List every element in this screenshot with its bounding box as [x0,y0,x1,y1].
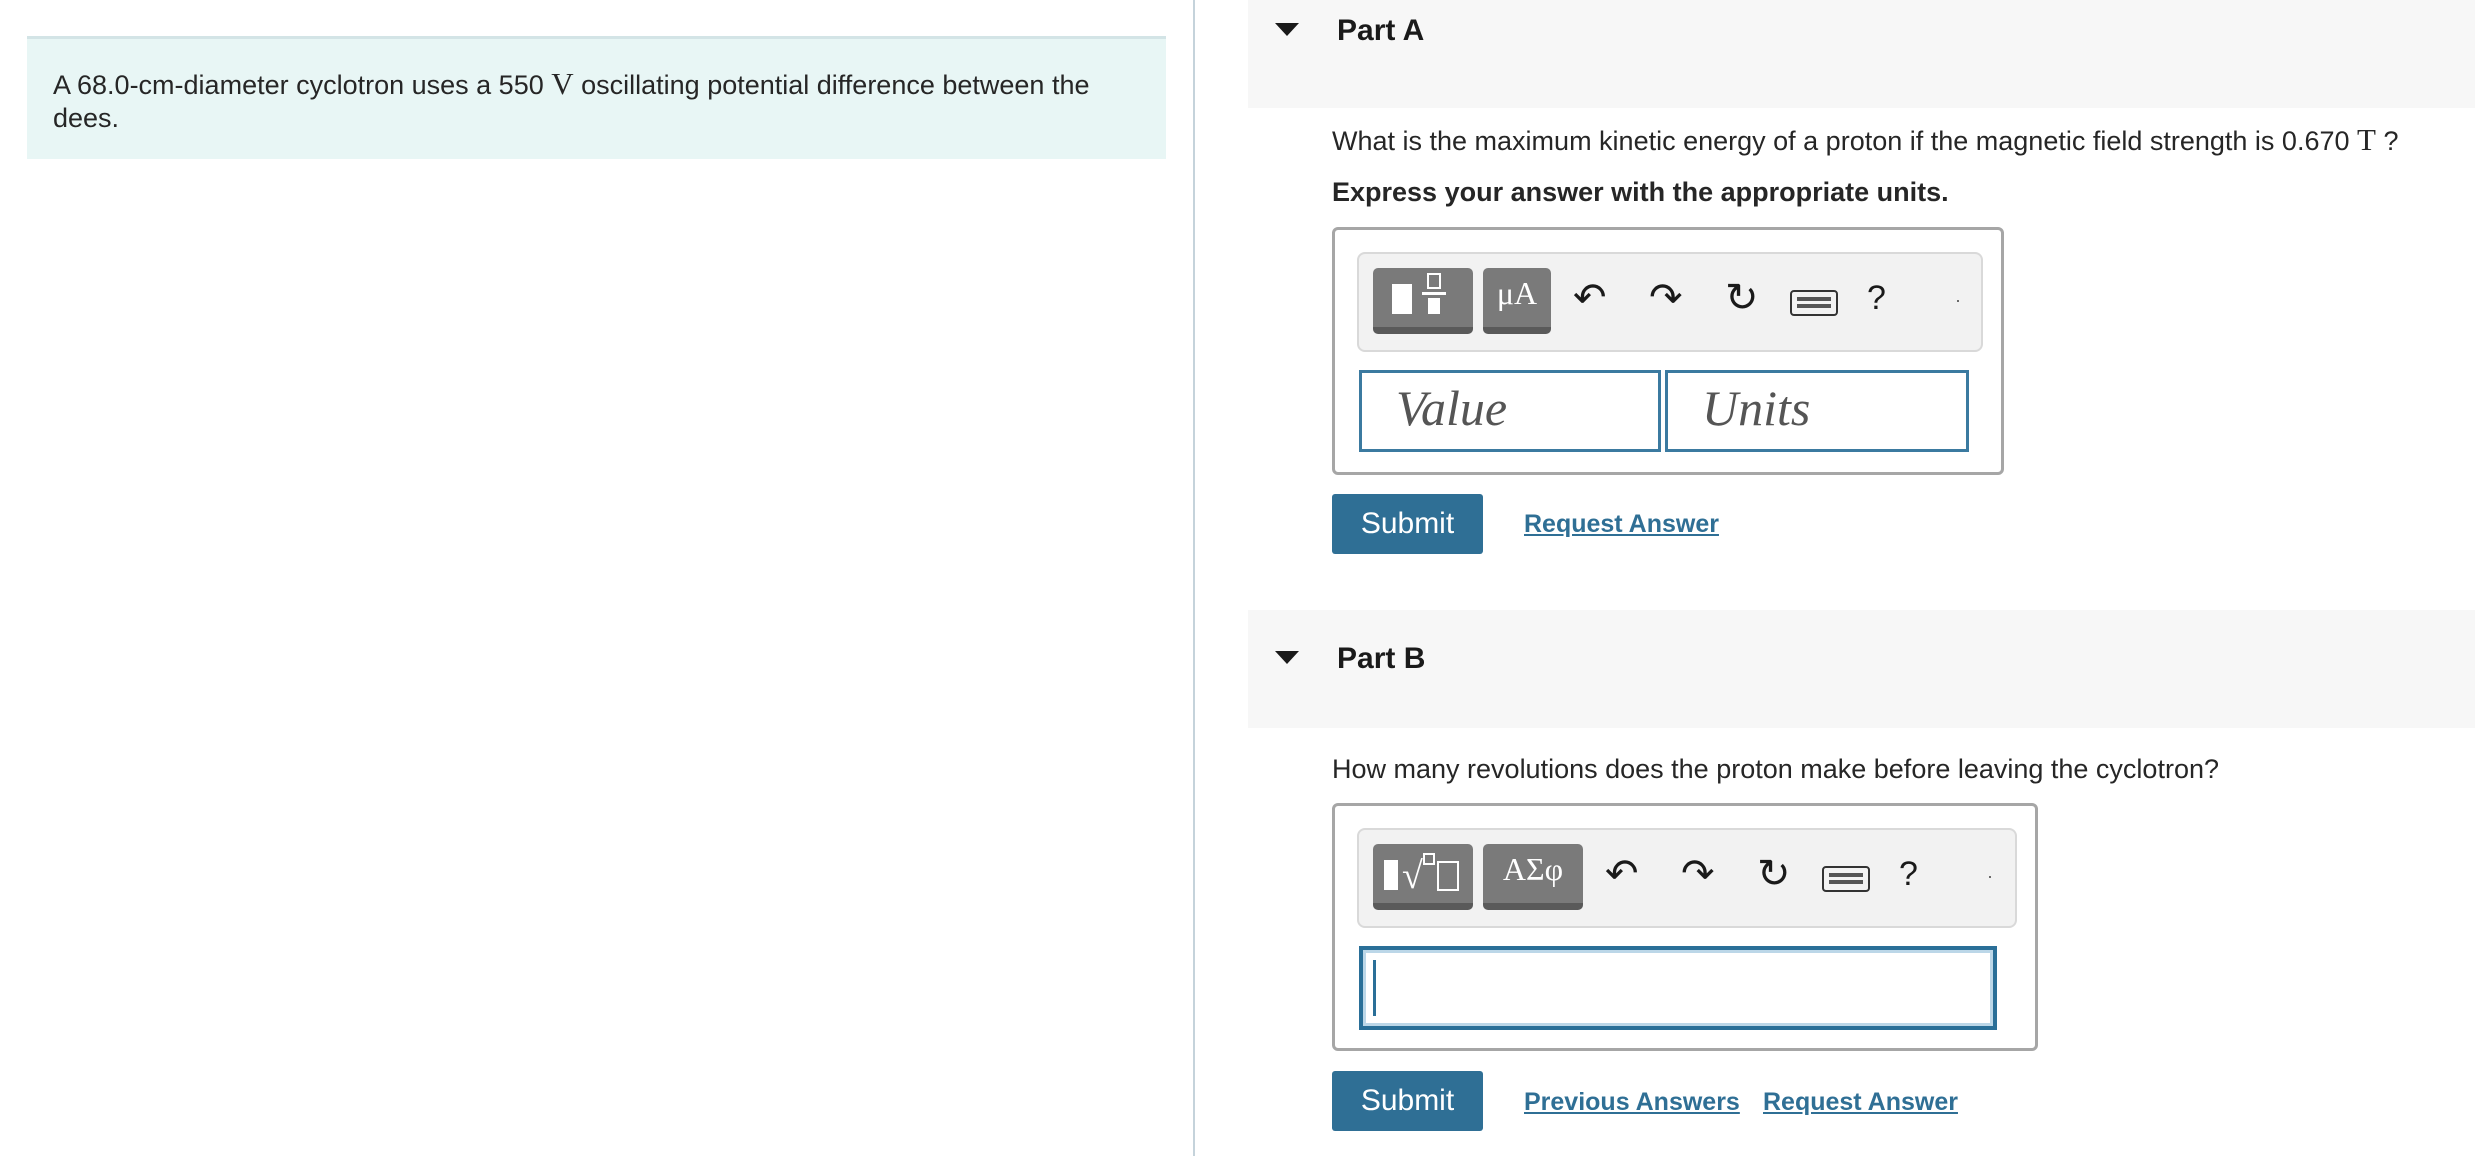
part-a-title: Part A [1337,14,1425,47]
part-b-toolbar: √ ΑΣφ ↶ ↷ ↻ ? · [1357,828,2017,928]
part-b-request-answer-link[interactable]: Request Answer [1763,1088,1958,1117]
collapse-caret-icon[interactable] [1275,651,1299,664]
answer-input[interactable] [1359,946,1997,1030]
radical-template-icon: √ [1384,853,1459,897]
reset-icon[interactable]: ↻ [1725,276,1759,320]
svg-text:√: √ [1402,855,1423,897]
previous-answers-link[interactable]: Previous Answers [1524,1088,1740,1117]
part-b-submit-button[interactable]: Submit [1332,1071,1483,1131]
more-icon[interactable]: · [1955,290,1961,311]
part-b-question: How many revolutions does the proton mak… [1332,754,2219,784]
part-b-answer-box: √ ΑΣφ ↶ ↷ ↻ ? · [1332,803,2038,1051]
part-a-submit-button[interactable]: Submit [1332,494,1483,554]
part-a-question-end: ? [2375,126,2399,156]
problem-statement: A 68.0-cm-diameter cyclotron uses a 550 … [27,36,1166,159]
part-a-question-unit: T [2357,122,2376,157]
part-a-request-answer-link[interactable]: Request Answer [1524,510,1719,539]
part-a-answer-box: μA ↶ ↷ ↻ ? · Value Units [1332,227,2004,475]
text-cursor [1373,960,1376,1016]
undo-icon[interactable]: ↶ [1605,852,1639,896]
value-field[interactable]: Value [1359,370,1661,452]
value-placeholder: Value [1396,380,1508,436]
collapse-caret-icon[interactable] [1275,23,1299,36]
greek-symbols-button[interactable]: μA [1483,268,1551,334]
redo-icon[interactable]: ↷ [1649,276,1683,320]
units-placeholder: Units [1702,380,1811,436]
problem-text-start: A 68.0-cm-diameter cyclotron uses a 550 [53,70,552,100]
part-a-toolbar: μA ↶ ↷ ↻ ? · [1357,252,1983,352]
help-icon[interactable]: ? [1867,276,1886,320]
problem-pane: A 68.0-cm-diameter cyclotron uses a 550 … [0,0,1193,1156]
pane-divider[interactable] [1193,0,1195,1156]
part-b-title: Part B [1337,642,1426,675]
part-a-question: What is the maximum kinetic energy of a … [1332,122,2398,158]
more-icon[interactable]: · [1987,866,1993,887]
part-a-question-text: What is the maximum kinetic energy of a … [1332,126,2357,156]
units-field[interactable]: Units [1665,370,1969,452]
part-a-instruction: Express your answer with the appropriate… [1332,177,1949,207]
part-a-header[interactable]: Part A [1248,0,2475,108]
problem-unit: V [551,66,574,101]
part-b-header[interactable]: Part B [1248,610,2475,728]
keyboard-icon[interactable] [1789,282,1839,326]
templates-button[interactable] [1373,268,1473,334]
fraction-template-icon [1392,273,1446,314]
help-icon[interactable]: ? [1899,852,1918,896]
redo-icon[interactable]: ↷ [1681,852,1715,896]
greek-symbols-button[interactable]: ΑΣφ [1483,844,1583,910]
undo-icon[interactable]: ↶ [1573,276,1607,320]
reset-icon[interactable]: ↻ [1757,852,1791,896]
keyboard-icon[interactable] [1821,858,1871,902]
templates-button[interactable]: √ [1373,844,1473,910]
